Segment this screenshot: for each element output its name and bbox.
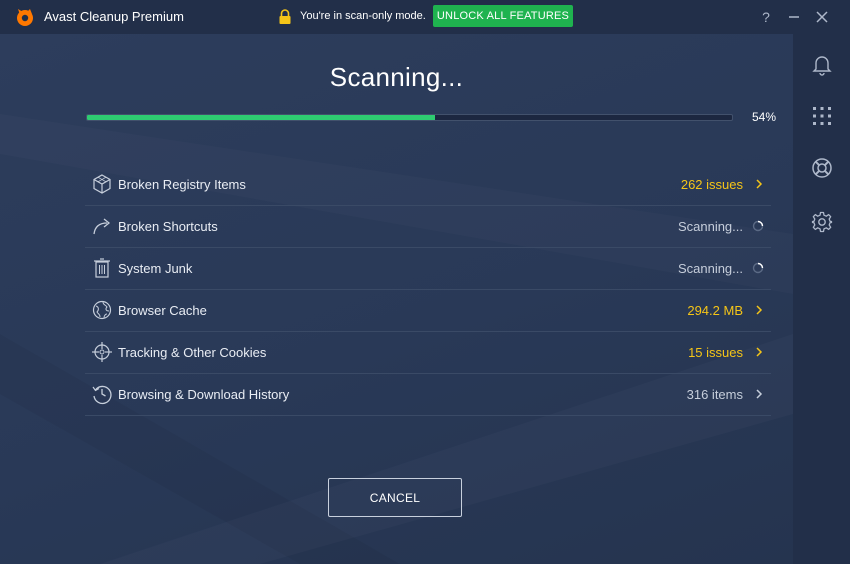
globe-icon bbox=[92, 300, 112, 320]
scan-progress-bar bbox=[86, 114, 733, 121]
result-label: Browser Cache bbox=[118, 303, 207, 318]
result-row-browsing-history[interactable]: Browsing & Download History 316 items bbox=[85, 374, 771, 416]
result-status: 262 issues bbox=[680, 177, 743, 192]
chevron-right-icon[interactable] bbox=[753, 387, 765, 401]
result-status: 15 issues bbox=[688, 345, 743, 360]
result-row-broken-shortcuts[interactable]: Broken Shortcuts Scanning... bbox=[85, 206, 771, 248]
scan-results-list: Broken Registry Items 262 issues Broken … bbox=[85, 164, 771, 416]
shortcut-arrow-icon bbox=[93, 218, 111, 235]
minimize-icon[interactable] bbox=[784, 7, 804, 27]
result-row-browser-cache[interactable]: Browser Cache 294.2 MB bbox=[85, 290, 771, 332]
registry-cube-icon bbox=[93, 174, 111, 194]
loading-spinner-icon bbox=[752, 262, 764, 274]
chevron-right-icon[interactable] bbox=[753, 177, 765, 191]
close-icon[interactable] bbox=[812, 7, 832, 27]
trash-icon bbox=[94, 258, 110, 278]
scan-only-notice: You're in scan-only mode. bbox=[300, 10, 426, 22]
avast-logo-icon bbox=[17, 9, 33, 26]
scan-progress-fill bbox=[87, 115, 436, 120]
cancel-button[interactable]: CANCEL bbox=[328, 478, 462, 517]
title-bar: Avast Cleanup Premium You're in scan-onl… bbox=[0, 0, 850, 34]
result-row-tracking-cookies[interactable]: Tracking & Other Cookies 15 issues bbox=[85, 332, 771, 374]
result-row-broken-registry[interactable]: Broken Registry Items 262 issues bbox=[85, 164, 771, 206]
progress-percent: 54% bbox=[751, 110, 776, 124]
history-icon bbox=[92, 385, 112, 405]
result-label: Broken Shortcuts bbox=[118, 219, 218, 234]
help-button[interactable]: ? bbox=[756, 7, 776, 27]
scan-title: Scanning... bbox=[329, 62, 464, 92]
result-status: 316 items bbox=[686, 387, 743, 402]
result-label: System Junk bbox=[118, 261, 193, 276]
result-label: Browsing & Download History bbox=[118, 387, 290, 402]
right-sidebar bbox=[793, 34, 850, 564]
main-panel: Scanning... 54% Broken Registry Items 26… bbox=[0, 34, 793, 564]
apps-grid-icon[interactable] bbox=[810, 104, 834, 128]
lifebuoy-icon[interactable] bbox=[810, 156, 834, 180]
lock-icon bbox=[279, 9, 291, 24]
loading-spinner-icon bbox=[752, 220, 764, 232]
chevron-right-icon[interactable] bbox=[753, 345, 765, 359]
unlock-all-features-button[interactable]: UNLOCK ALL FEATURES bbox=[433, 5, 573, 27]
result-status: Scanning... bbox=[677, 261, 743, 276]
chevron-right-icon[interactable] bbox=[753, 303, 765, 317]
bell-icon[interactable] bbox=[810, 52, 834, 76]
result-label: Tracking & Other Cookies bbox=[118, 345, 267, 360]
result-row-system-junk[interactable]: System Junk Scanning... bbox=[85, 248, 771, 290]
result-status: Scanning... bbox=[677, 219, 743, 234]
app-title: Avast Cleanup Premium bbox=[44, 9, 184, 24]
result-status: 294.2 MB bbox=[687, 303, 743, 318]
result-label: Broken Registry Items bbox=[118, 177, 246, 192]
crosshair-icon bbox=[92, 342, 112, 362]
gear-icon[interactable] bbox=[810, 210, 834, 234]
